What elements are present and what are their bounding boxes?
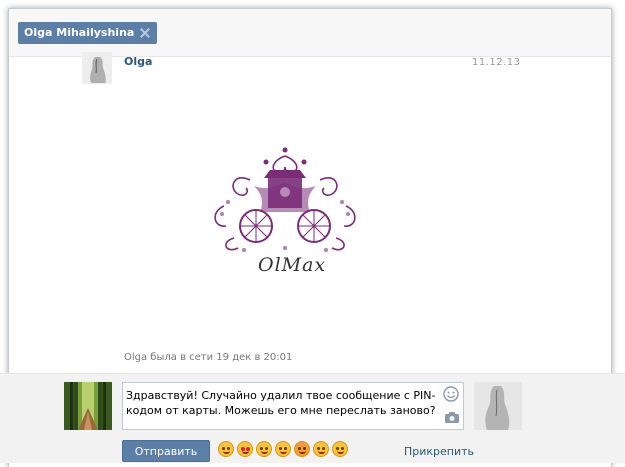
camera-icon[interactable] <box>445 412 459 423</box>
dialog-header: Olga Mihailyshina <box>9 9 611 57</box>
attach-link[interactable]: Прикрепить <box>404 445 474 458</box>
message-input[interactable]: Здравствуй! Случайно удалил твое сообщен… <box>122 382 464 430</box>
smile-emoji-icon[interactable] <box>256 441 272 457</box>
smile-icon[interactable] <box>443 386 459 402</box>
online-status: Olga была в сети 19 дек в 20:01 <box>124 352 293 363</box>
friend-avatar[interactable] <box>474 382 522 430</box>
tab-label: Olga Mihailyshina <box>24 26 135 39</box>
emoji-row <box>218 441 351 457</box>
wink-emoji-icon[interactable] <box>275 441 291 457</box>
message-date: 11.12.13 <box>472 57 521 68</box>
wink-tongue-emoji-icon[interactable] <box>218 441 234 457</box>
laughing-emoji-icon[interactable] <box>332 441 348 457</box>
tab-olga-mihailyshina[interactable]: Olga Mihailyshina <box>18 22 158 44</box>
message-author[interactable]: Olga <box>124 55 152 68</box>
surprised-emoji-icon[interactable] <box>294 441 310 457</box>
heart-eyes-emoji-icon[interactable] <box>237 441 253 457</box>
my-avatar[interactable] <box>64 382 112 430</box>
close-icon[interactable] <box>139 27 151 39</box>
send-button[interactable]: Отправить <box>122 440 210 462</box>
logo-text: OlMax <box>258 254 327 276</box>
avatar[interactable] <box>82 52 112 84</box>
thinking-emoji-icon[interactable] <box>313 441 329 457</box>
